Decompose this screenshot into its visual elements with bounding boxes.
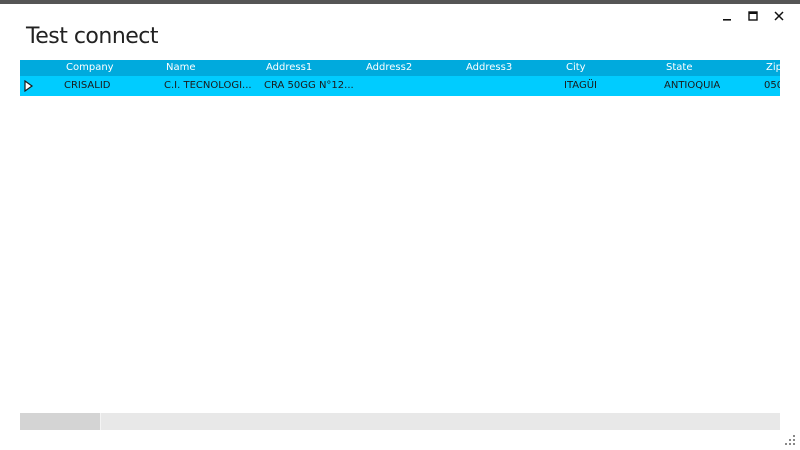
column-header-state[interactable]: State — [666, 60, 692, 76]
resize-grip-icon[interactable] — [784, 434, 796, 446]
app-window: Test connect Company Name Address1 Addre… — [0, 0, 800, 450]
column-header-company[interactable]: Company — [66, 60, 114, 76]
column-header-city[interactable]: City — [566, 60, 586, 76]
horizontal-scrollbar[interactable] — [20, 413, 780, 430]
minimize-button[interactable] — [714, 8, 740, 24]
maximize-button[interactable] — [740, 8, 766, 24]
cell-state[interactable]: ANTIOQUIA — [664, 76, 720, 96]
close-icon — [774, 11, 784, 21]
column-header-address2[interactable]: Address2 — [366, 60, 412, 76]
maximize-icon — [748, 11, 758, 21]
window-top-border — [0, 0, 800, 4]
column-header-zip[interactable]: Zip — [766, 60, 780, 76]
column-header-name[interactable]: Name — [166, 60, 196, 76]
column-header-address1[interactable]: Address1 — [266, 60, 312, 76]
cell-zip[interactable]: 050 — [764, 76, 780, 96]
scrollbar-thumb[interactable] — [20, 413, 101, 430]
window-controls — [714, 8, 792, 24]
cell-address1[interactable]: CRA 50GG N°12... — [264, 76, 354, 96]
cell-city[interactable]: ITAGÜI — [564, 76, 597, 96]
column-header-address3[interactable]: Address3 — [466, 60, 512, 76]
data-grid: Company Name Address1 Address2 Address3 … — [20, 60, 780, 430]
grid-header: Company Name Address1 Address2 Address3 … — [20, 60, 780, 76]
cell-name[interactable]: C.I. TECNOLOGI... — [164, 76, 252, 96]
cell-company[interactable]: CRISALID — [64, 76, 110, 96]
table-row[interactable]: CRISALID C.I. TECNOLOGI... CRA 50GG N°12… — [20, 76, 780, 96]
minimize-icon — [723, 19, 731, 21]
page-title: Test connect — [26, 24, 159, 49]
close-button[interactable] — [766, 8, 792, 24]
row-selector-arrow-icon — [24, 80, 34, 92]
